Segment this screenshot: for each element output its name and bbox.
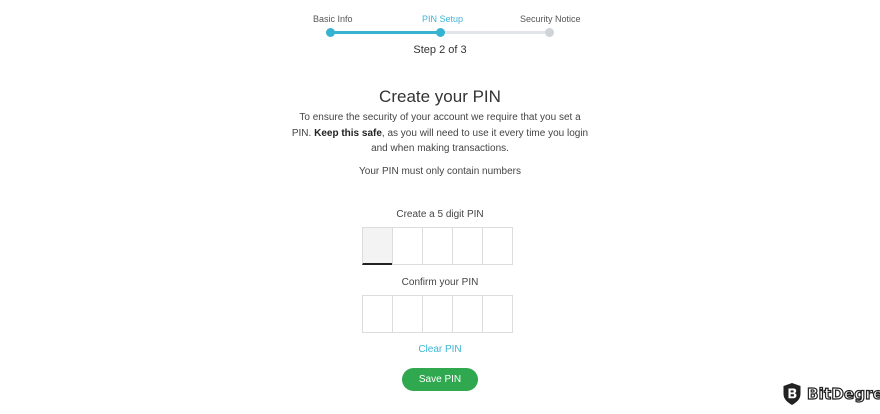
create-pin-digit-3[interactable] [422,227,453,265]
bitdegree-watermark: BitDegree [782,382,880,406]
create-pin-digit-2[interactable] [392,227,423,265]
create-pin-label: Create a 5 digit PIN [396,209,484,220]
confirm-pin-label: Confirm your PIN [401,277,479,288]
bitdegree-watermark-text: BitDegree [806,384,880,403]
pin-rule-text: Your PIN must only contain numbers [359,166,521,177]
confirm-pin-inputs [362,295,513,333]
intro-text-bold: Keep this safe [314,127,382,139]
bitdegree-shield-logo-icon [782,382,802,406]
confirm-pin-digit-4[interactable] [452,295,483,333]
confirm-pin-digit-1[interactable] [362,295,393,333]
clear-pin-link[interactable]: Clear PIN [0,344,880,355]
create-pin-digit-4[interactable] [452,227,483,265]
step-dot-security-notice [545,28,554,37]
step-counter: Step 2 of 3 [413,44,467,56]
confirm-pin-digit-5[interactable] [482,295,513,333]
confirm-pin-digit-3[interactable] [422,295,453,333]
save-pin-button[interactable]: Save PIN [402,368,478,391]
step-label-pin-setup: PIN Setup [422,14,464,24]
intro-text: To ensure the security of your account w… [290,110,590,157]
intro-text-part2: , as you will need to use it every time … [371,127,589,155]
pin-setup-page: Basic Info PIN Setup Security Notice Ste… [0,0,880,414]
step-dot-pin-setup [436,28,445,37]
step-label-basic-info: Basic Info [313,14,353,24]
confirm-pin-digit-2[interactable] [392,295,423,333]
step-label-security-notice: Security Notice [520,14,581,24]
page-title: Create your PIN [379,87,501,106]
step-progress-fill [330,31,440,34]
step-dot-basic-info [326,28,335,37]
create-pin-digit-1[interactable] [362,227,393,265]
create-pin-digit-5[interactable] [482,227,513,265]
create-pin-inputs [362,227,513,265]
